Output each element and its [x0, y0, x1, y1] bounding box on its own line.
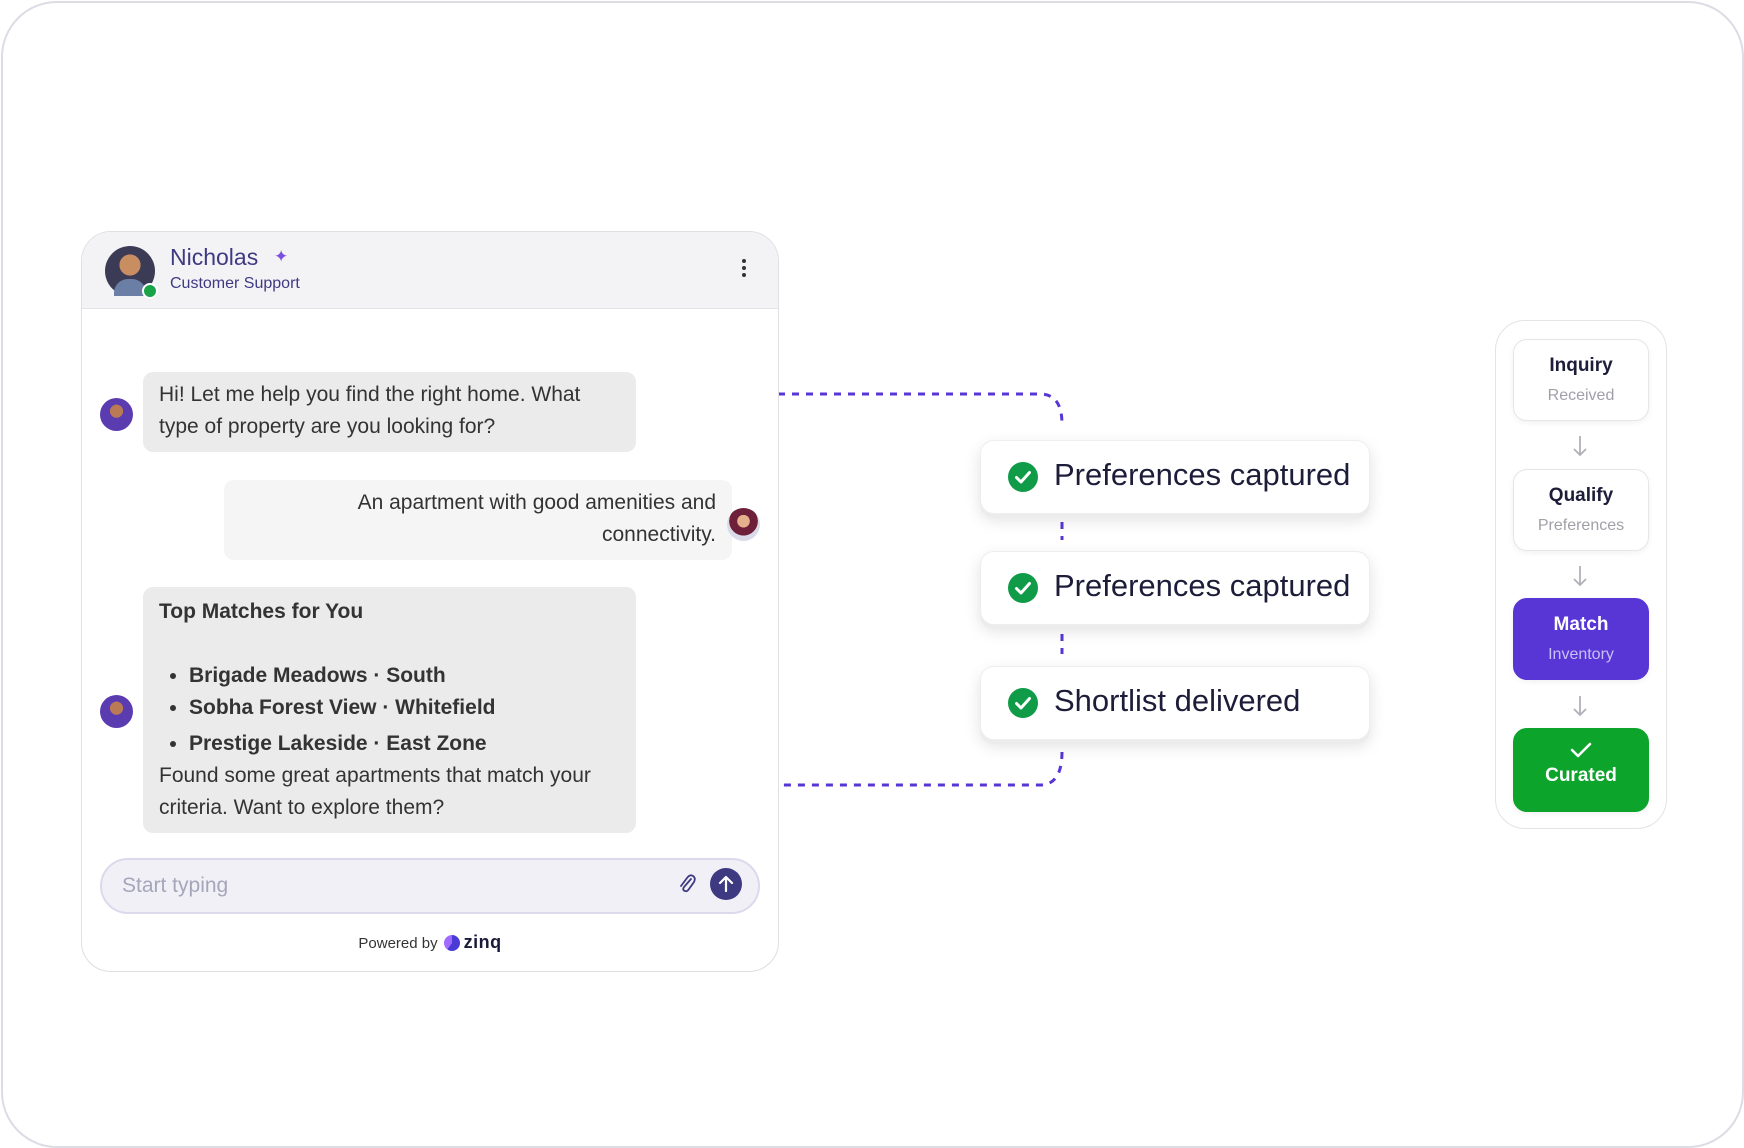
status-text: Preferences captured	[1054, 457, 1351, 492]
arrow-down-icon	[1573, 436, 1587, 457]
stage-title: Inquiry	[1549, 355, 1613, 376]
paperclip-icon[interactable]	[676, 872, 698, 898]
sparkle-icon: ✦	[274, 247, 289, 266]
chat-widget: Nicholas ✦ Customer Support Hi! Let me h…	[81, 231, 779, 972]
brand-name: zinq	[463, 932, 502, 952]
status-text: Shortlist delivered	[1054, 683, 1301, 718]
bot-avatar	[100, 398, 133, 431]
message-input[interactable]	[120, 870, 664, 902]
connector-top	[736, 392, 1064, 425]
connector-bottom	[736, 751, 1064, 787]
user-avatar	[727, 508, 760, 541]
zinq-logo-icon	[443, 934, 460, 951]
stage-match[interactable]: Match Inventory	[1513, 598, 1649, 680]
agent-name: Nicholas	[170, 244, 259, 270]
arrow-down-icon	[1573, 696, 1587, 717]
match-item[interactable]: Sobha Forest View · Whitefield	[189, 692, 620, 724]
status-card: Preferences captured	[980, 440, 1370, 514]
bot-message-greeting: Hi! Let me help you find the right home.…	[143, 372, 636, 452]
powered-by-label: Powered by	[358, 935, 438, 952]
check-circle-icon	[1008, 573, 1038, 603]
stage-title: Match	[1553, 614, 1609, 635]
user-message: An apartment with good amenities and con…	[224, 480, 732, 560]
match-item[interactable]: Prestige Lakeside · East Zone	[189, 728, 620, 760]
message-input-bar	[100, 858, 760, 914]
check-circle-icon	[1008, 688, 1038, 718]
arrow-up-icon	[718, 875, 734, 893]
bot-avatar	[100, 695, 133, 728]
match-item[interactable]: Brigade Meadows · South	[189, 660, 620, 692]
pipeline-panel: Inquiry Received Qualify Preferences Mat…	[1495, 320, 1667, 829]
powered-by-footer: Powered by zinq	[82, 932, 778, 954]
status-card: Shortlist delivered	[980, 666, 1370, 740]
stage-qualify[interactable]: Qualify Preferences	[1513, 469, 1649, 551]
stage-subtitle: Received	[1547, 387, 1615, 404]
stage-inquiry[interactable]: Inquiry Received	[1513, 339, 1649, 421]
send-button[interactable]	[710, 868, 742, 900]
matches-followup-text: Found some great apartments that match y…	[159, 764, 591, 819]
chat-header: Nicholas ✦ Customer Support	[82, 232, 778, 309]
bot-message-text: Hi! Let me help you find the right home.…	[159, 383, 581, 438]
stage-title: Qualify	[1548, 485, 1614, 506]
arrow-down-icon	[1573, 566, 1587, 587]
kebab-menu-icon[interactable]	[738, 256, 750, 286]
status-text: Preferences captured	[1054, 568, 1351, 603]
stage-subtitle: Preferences	[1537, 517, 1625, 534]
bot-message-matches: Top Matches for You Brigade Meadows · So…	[143, 587, 636, 833]
stage-subtitle: Inventory	[1548, 646, 1614, 663]
matches-title: Top Matches for You	[159, 600, 364, 623]
stage-curated[interactable]: Curated	[1513, 728, 1649, 812]
stage-title: Curated	[1545, 765, 1617, 786]
check-icon	[1570, 742, 1592, 758]
agent-role: Customer Support	[170, 275, 300, 292]
online-status-dot	[142, 283, 158, 299]
user-message-text: An apartment with good amenities and con…	[357, 491, 716, 546]
check-circle-icon	[1008, 462, 1038, 492]
status-card: Preferences captured	[980, 551, 1370, 625]
matches-list: Brigade Meadows · South Sobha Forest Vie…	[159, 660, 620, 760]
